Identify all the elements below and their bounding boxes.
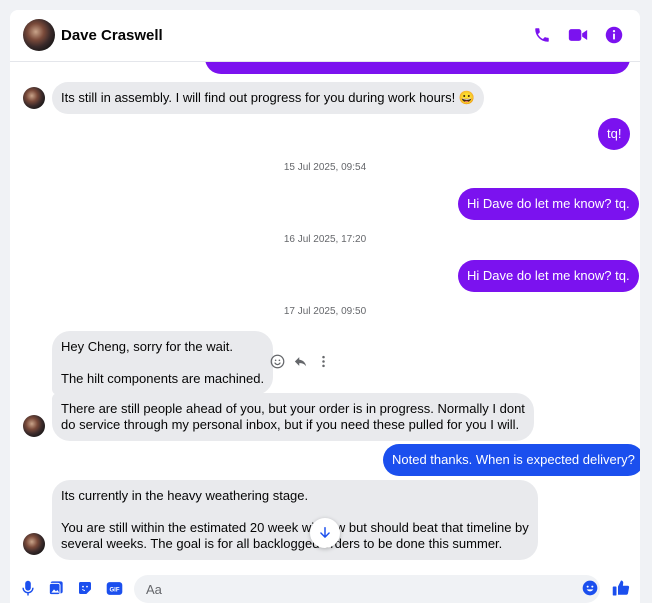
photo-icon[interactable]: [47, 579, 65, 597]
timestamp: 16 Jul 2025, 17:20: [283, 234, 367, 245]
message-bubble-outgoing[interactable]: tq!: [598, 118, 631, 150]
message-bubble-outgoing[interactable]: Hi Dave do let me know? tq.: [458, 188, 639, 220]
sticker-icon[interactable]: [76, 579, 94, 597]
message-input-box[interactable]: [134, 575, 600, 603]
gif-icon[interactable]: GIF: [105, 579, 123, 597]
thumbs-up-icon[interactable]: [612, 579, 630, 597]
timestamp: 15 Jul 2025, 09:54: [283, 162, 367, 173]
message-bubble-outgoing[interactable]: Noted thanks. When is expected delivery?: [383, 444, 640, 476]
smile-react-icon[interactable]: [270, 354, 285, 374]
avatar[interactable]: [23, 87, 45, 109]
gif-label: GIF: [109, 587, 119, 593]
chat-header: Dave Craswell: [10, 10, 640, 62]
message-line: Its currently in the heavy weathering st…: [61, 488, 309, 503]
timestamp: 17 Jul 2025, 09:50: [283, 306, 367, 317]
video-icon[interactable]: [567, 24, 589, 46]
message-line: The hilt components are machined.: [61, 371, 265, 386]
avatar[interactable]: [23, 533, 45, 555]
info-icon[interactable]: [603, 24, 625, 46]
composer: GIF: [10, 570, 640, 603]
message-actions: [270, 354, 331, 374]
message-line: You are still within the estimated 20 we…: [61, 520, 529, 535]
scroll-to-bottom-button[interactable]: [310, 518, 340, 548]
chat-window: Dave Craswell Its still in assembly. I w…: [10, 10, 640, 603]
contact-name[interactable]: Dave Craswell: [61, 27, 163, 44]
avatar[interactable]: [23, 19, 55, 51]
reply-icon[interactable]: [293, 354, 308, 374]
more-icon[interactable]: [316, 354, 331, 374]
message-line: Hey Cheng, sorry for the wait.: [61, 339, 233, 354]
message-bubble-incoming[interactable]: Its currently in the heavy weathering st…: [52, 480, 538, 560]
message-input[interactable]: [134, 575, 564, 603]
message-line: There are still people ahead of you, but…: [61, 401, 525, 416]
avatar[interactable]: [23, 415, 45, 437]
emoji-icon[interactable]: [581, 579, 599, 597]
message-line: several weeks. The goal is for all backl…: [61, 536, 503, 551]
message-bubble-incoming[interactable]: Hey Cheng, sorry for the wait. The hilt …: [52, 331, 274, 395]
microphone-icon[interactable]: [19, 579, 37, 597]
message-list[interactable]: Its still in assembly. I will find out p…: [10, 62, 640, 562]
message-bubble-incoming[interactable]: There are still people ahead of you, but…: [52, 393, 534, 441]
message-bubble-incoming[interactable]: Its still in assembly. I will find out p…: [52, 82, 485, 114]
message-bubble-outgoing[interactable]: Hi Dave do let me know? tq.: [458, 260, 639, 292]
message-bubble-outgoing[interactable]: [205, 62, 630, 74]
phone-icon[interactable]: [531, 24, 553, 46]
message-line: do service through my personal inbox, bu…: [61, 417, 520, 432]
